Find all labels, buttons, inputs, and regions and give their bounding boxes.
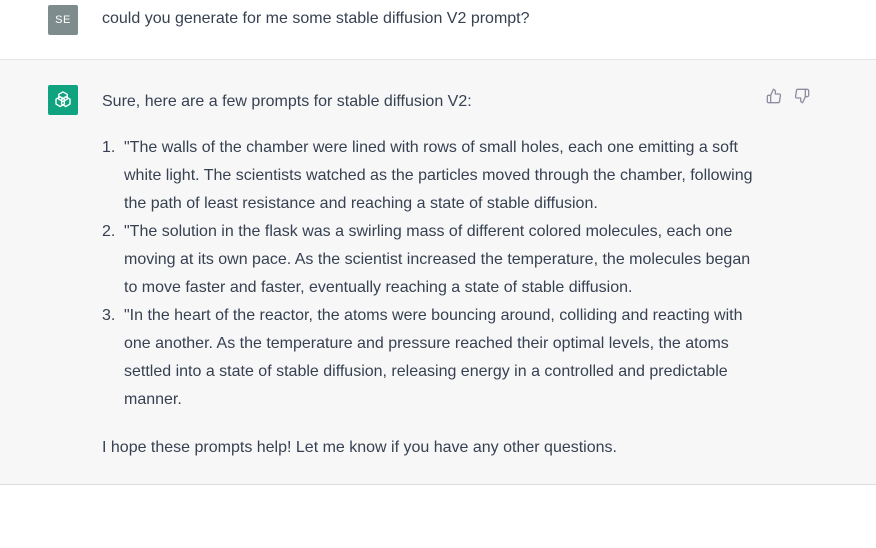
list-item: 1. "The walls of the chamber were lined … — [102, 134, 762, 218]
user-avatar: SE — [48, 5, 78, 35]
thumbs-down-icon[interactable] — [793, 87, 811, 105]
assistant-message-row: Sure, here are a few prompts for stable … — [0, 60, 876, 485]
list-item: 3. "In the heart of the reactor, the ato… — [102, 302, 762, 414]
user-message-text: could you generate for me some stable di… — [102, 10, 530, 27]
assistant-message-body: Sure, here are a few prompts for stable … — [102, 88, 762, 462]
openai-logo-icon — [48, 85, 78, 115]
list-item-text: "The solution in the flask was a swirlin… — [124, 223, 751, 296]
prompt-list: 1. "The walls of the chamber were lined … — [102, 134, 762, 414]
assistant-outro: I hope these prompts help! Let me know i… — [102, 439, 617, 456]
list-item-number: 3. — [102, 307, 116, 324]
list-item-number: 1. — [102, 139, 116, 156]
assistant-intro: Sure, here are a few prompts for stable … — [102, 93, 472, 110]
list-item-text: "The walls of the chamber were lined wit… — [124, 139, 753, 212]
list-item-number: 2. — [102, 223, 116, 240]
list-item-text: "In the heart of the reactor, the atoms … — [124, 307, 743, 408]
list-item: 2. "The solution in the flask was a swir… — [102, 218, 762, 302]
user-message-row: SE could you generate for me some stable… — [0, 0, 876, 60]
thumbs-up-icon[interactable] — [765, 87, 783, 105]
